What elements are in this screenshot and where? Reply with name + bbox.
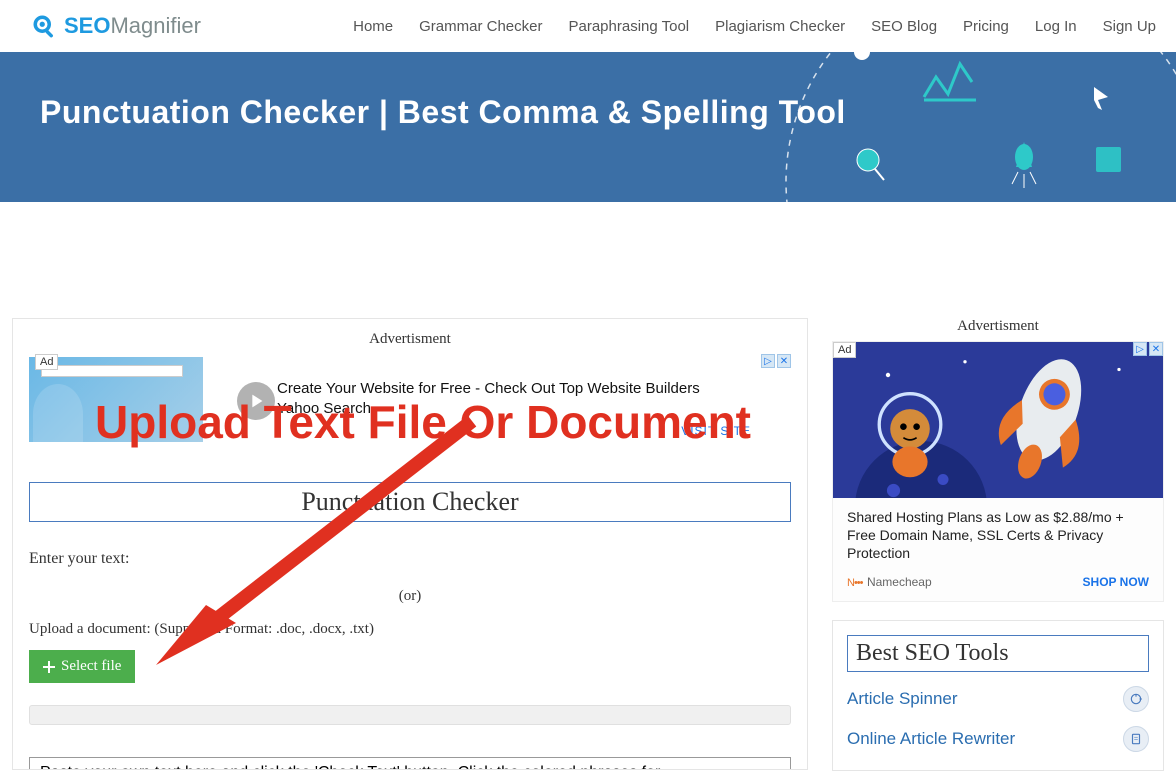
brand-logo[interactable]: SEO Magnifier (30, 12, 201, 40)
or-separator: (or) (29, 588, 791, 605)
adchoices-icon[interactable]: ▷ (1133, 342, 1147, 356)
main-nav: Home Grammar Checker Paraphrasing Tool P… (353, 18, 1156, 35)
nav-plagiarism-checker[interactable]: Plagiarism Checker (715, 18, 845, 35)
side-ad-cta[interactable]: SHOP NOW (1083, 575, 1149, 589)
nav-paraphrasing-tool[interactable]: Paraphrasing Tool (568, 18, 689, 35)
brand-name: Namecheap (867, 575, 932, 589)
tools-title: Best SEO Tools (856, 640, 1140, 667)
tool-title: Punctuation Checker (30, 487, 790, 517)
tool-link-article-rewriter[interactable]: Online Article Rewriter (847, 729, 1015, 749)
nav-seo-blog[interactable]: SEO Blog (871, 18, 937, 35)
hero-illustration (756, 52, 1176, 202)
progress-bar (29, 705, 791, 725)
side-ad-brand: N••• Namecheap (847, 573, 932, 591)
nav-home[interactable]: Home (353, 18, 393, 35)
content-area: Advertisment Ad ▷ ✕ Create Your Website … (0, 202, 1176, 771)
hero-banner: Punctuation Checker | Best Comma & Spell… (0, 52, 1176, 202)
side-ad-adchoices: ▷ ✕ (1133, 342, 1163, 356)
spinner-icon (1123, 686, 1149, 712)
nav-login[interactable]: Log In (1035, 18, 1077, 35)
nav-grammar-checker[interactable]: Grammar Checker (419, 18, 542, 35)
ad-adchoices: ▷ ✕ (761, 354, 791, 368)
annotation-text: Upload Text File Or Document (95, 395, 751, 449)
text-input-area[interactable]: Paste your own text here and click the '… (29, 757, 791, 770)
nav-pricing[interactable]: Pricing (963, 18, 1009, 35)
logo-icon (30, 12, 58, 40)
adchoices-icon[interactable]: ▷ (761, 354, 775, 368)
nav-signup[interactable]: Sign Up (1103, 18, 1156, 35)
tool-link-row: Article Spinner (847, 686, 1149, 712)
ad-badge: Ad (35, 354, 58, 370)
enter-text-label: Enter your text: (29, 550, 791, 568)
top-header: SEO Magnifier Home Grammar Checker Parap… (0, 0, 1176, 52)
sidebar-column: Advertisment Ad ▷ ✕ (832, 318, 1164, 771)
tools-title-box: Best SEO Tools (847, 635, 1149, 672)
main-column: Advertisment Ad ▷ ✕ Create Your Website … (12, 318, 808, 770)
main-ad-label: Advertisment (29, 331, 791, 348)
select-file-button[interactable]: Select file (29, 650, 135, 683)
side-ad-card[interactable]: Ad ▷ ✕ (832, 341, 1164, 602)
logo-text-seo: SEO (64, 13, 110, 39)
tool-link-row: Online Article Rewriter (847, 726, 1149, 752)
plus-icon (43, 661, 55, 673)
side-ad-badge: Ad (833, 342, 856, 358)
ad-close-icon[interactable]: ✕ (777, 354, 791, 368)
sidebar-ad-wrapper: Advertisment Ad ▷ ✕ (832, 318, 1164, 602)
upload-doc-label: Upload a document: (Supported Format: .d… (29, 621, 791, 638)
tool-link-article-spinner[interactable]: Article Spinner (847, 689, 958, 709)
document-icon (1123, 726, 1149, 752)
logo-text-magnifier: Magnifier (110, 13, 200, 39)
side-ad-label: Advertisment (832, 318, 1164, 335)
textarea-placeholder: Paste your own text here and click the '… (40, 764, 660, 770)
side-ad-image: Ad ▷ ✕ (833, 342, 1163, 498)
side-ad-text: Shared Hosting Plans as Low as $2.88/mo … (833, 498, 1163, 573)
best-seo-tools-card: Best SEO Tools Article Spinner Online Ar… (832, 620, 1164, 771)
ad-close-icon[interactable]: ✕ (1149, 342, 1163, 356)
select-file-label: Select file (61, 658, 121, 675)
tool-title-box: Punctuation Checker (29, 482, 791, 522)
